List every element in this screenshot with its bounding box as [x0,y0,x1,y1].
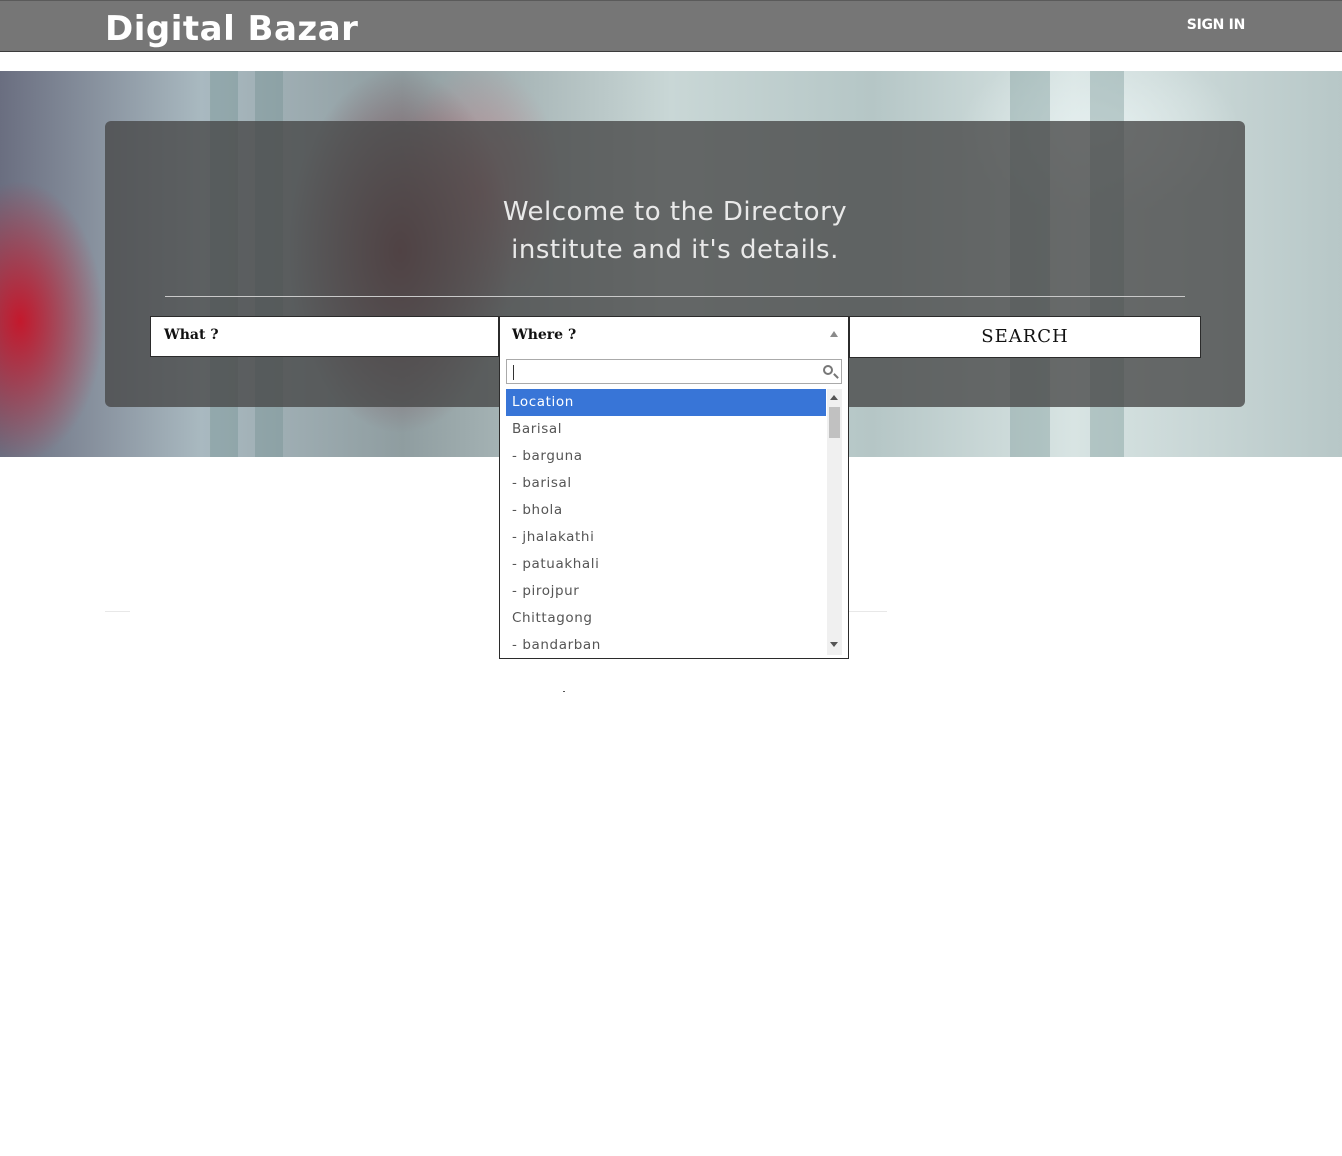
location-option[interactable]: - bandarban [506,632,826,657]
location-option[interactable]: Chittagong [506,605,826,632]
scroll-down-arrow-icon[interactable] [830,642,838,647]
scroll-up-arrow-icon[interactable] [830,395,838,400]
location-dropdown: Location Barisal - barguna - barisal - b… [499,358,849,659]
text-caret [513,365,514,380]
where-select-label: Where ? [512,327,577,343]
where-location-select[interactable]: Where ? [499,316,849,358]
location-options-list: Location Barisal - barguna - barisal - b… [506,389,826,657]
top-navbar: Digital Bazar SIGN IN [0,0,1342,52]
what-search-input[interactable]: What ? [150,316,499,357]
dropdown-search-input[interactable] [506,359,842,384]
welcome-line-2: institute and it's details. [511,235,839,265]
dropdown-scrollbar[interactable] [827,389,842,655]
location-option[interactable]: - barisal [506,470,826,497]
chevron-up-icon[interactable] [830,331,838,337]
location-option[interactable]: - pirojpur [506,578,826,605]
section-divider [849,611,887,612]
location-option[interactable]: - bhola [506,497,826,524]
search-icon [823,365,833,375]
location-option[interactable]: - patuakhali [506,551,826,578]
location-option[interactable]: - barguna [506,443,826,470]
brand-logo[interactable]: Digital Bazar [105,7,358,51]
location-option[interactable]: Barisal [506,416,826,443]
section-divider [105,611,130,612]
welcome-heading: Welcome to the Directory institute and i… [105,193,1245,269]
panel-divider [165,296,1185,297]
scrollbar-thumb[interactable] [829,407,840,438]
stray-dot [563,691,565,692]
welcome-line-1: Welcome to the Directory [502,197,848,227]
search-button[interactable]: SEARCH [849,316,1201,358]
location-option[interactable]: - jhalakathi [506,524,826,551]
location-option[interactable]: Location [506,389,826,416]
sign-in-link[interactable]: SIGN IN [1187,17,1246,33]
